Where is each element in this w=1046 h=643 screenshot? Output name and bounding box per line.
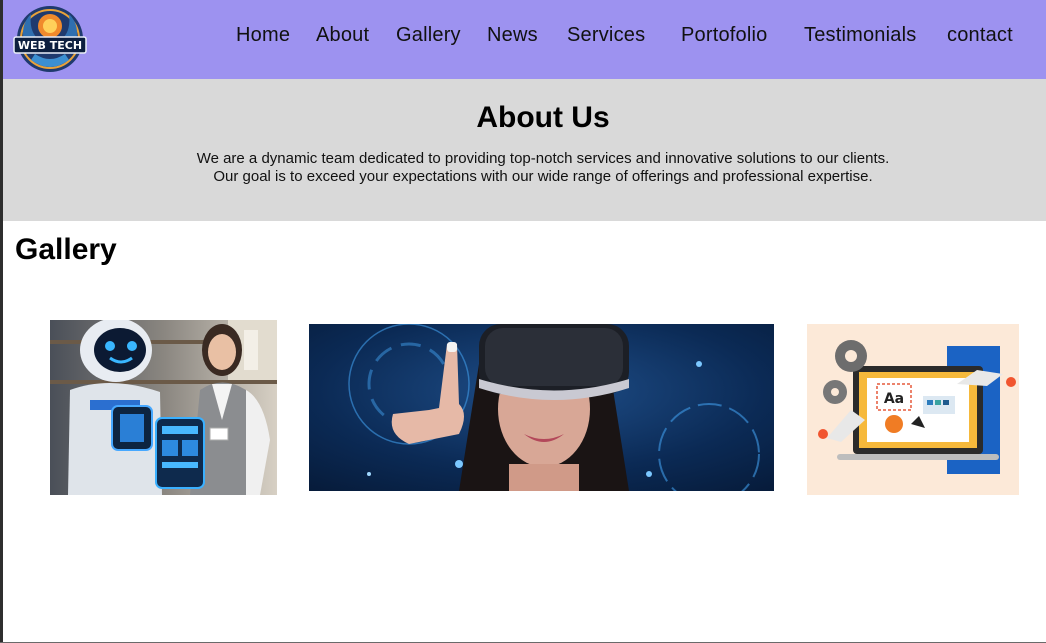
gallery-image-robot[interactable] bbox=[50, 320, 277, 495]
gallery-image-webdesign[interactable]: Aa bbox=[807, 324, 1019, 495]
about-section: About Us We are a dynamic team dedicated… bbox=[0, 79, 1046, 221]
font-sample-icon: Aa bbox=[884, 391, 904, 407]
gallery-section: Gallery Aa bbox=[0, 221, 1046, 642]
vr-headset-woman-image bbox=[309, 324, 774, 491]
gallery-title: Gallery bbox=[15, 233, 117, 266]
webtech-logo[interactable]: WEB TECH bbox=[11, 4, 89, 74]
nav-link-about[interactable]: About bbox=[316, 22, 369, 48]
gallery-image-vr[interactable] bbox=[309, 324, 774, 491]
about-title: About Us bbox=[476, 101, 610, 134]
nav-link-gallery[interactable]: Gallery bbox=[396, 22, 461, 48]
about-text-line-2: Our goal is to exceed your expectations … bbox=[213, 168, 873, 185]
about-text-line-1: We are a dynamic team dedicated to provi… bbox=[196, 150, 890, 167]
logo-emblem-icon: WEB TECH bbox=[13, 6, 87, 72]
nav-link-news[interactable]: News bbox=[487, 22, 538, 48]
web-design-laptop-image: Aa bbox=[807, 324, 1019, 495]
logo-text: WEB TECH bbox=[18, 39, 82, 52]
nav-link-testimonials[interactable]: Testimonials bbox=[804, 22, 916, 48]
robot-and-woman-image bbox=[50, 320, 277, 495]
nav-link-services[interactable]: Services bbox=[567, 22, 645, 48]
nav-link-contact[interactable]: contact bbox=[947, 22, 1013, 48]
nav-link-portofolio[interactable]: Portofolio bbox=[681, 22, 768, 48]
navbar: WEB TECH Home About Gallery News Service… bbox=[0, 0, 1046, 79]
nav-link-home[interactable]: Home bbox=[236, 22, 290, 48]
window-left-border bbox=[0, 0, 3, 643]
